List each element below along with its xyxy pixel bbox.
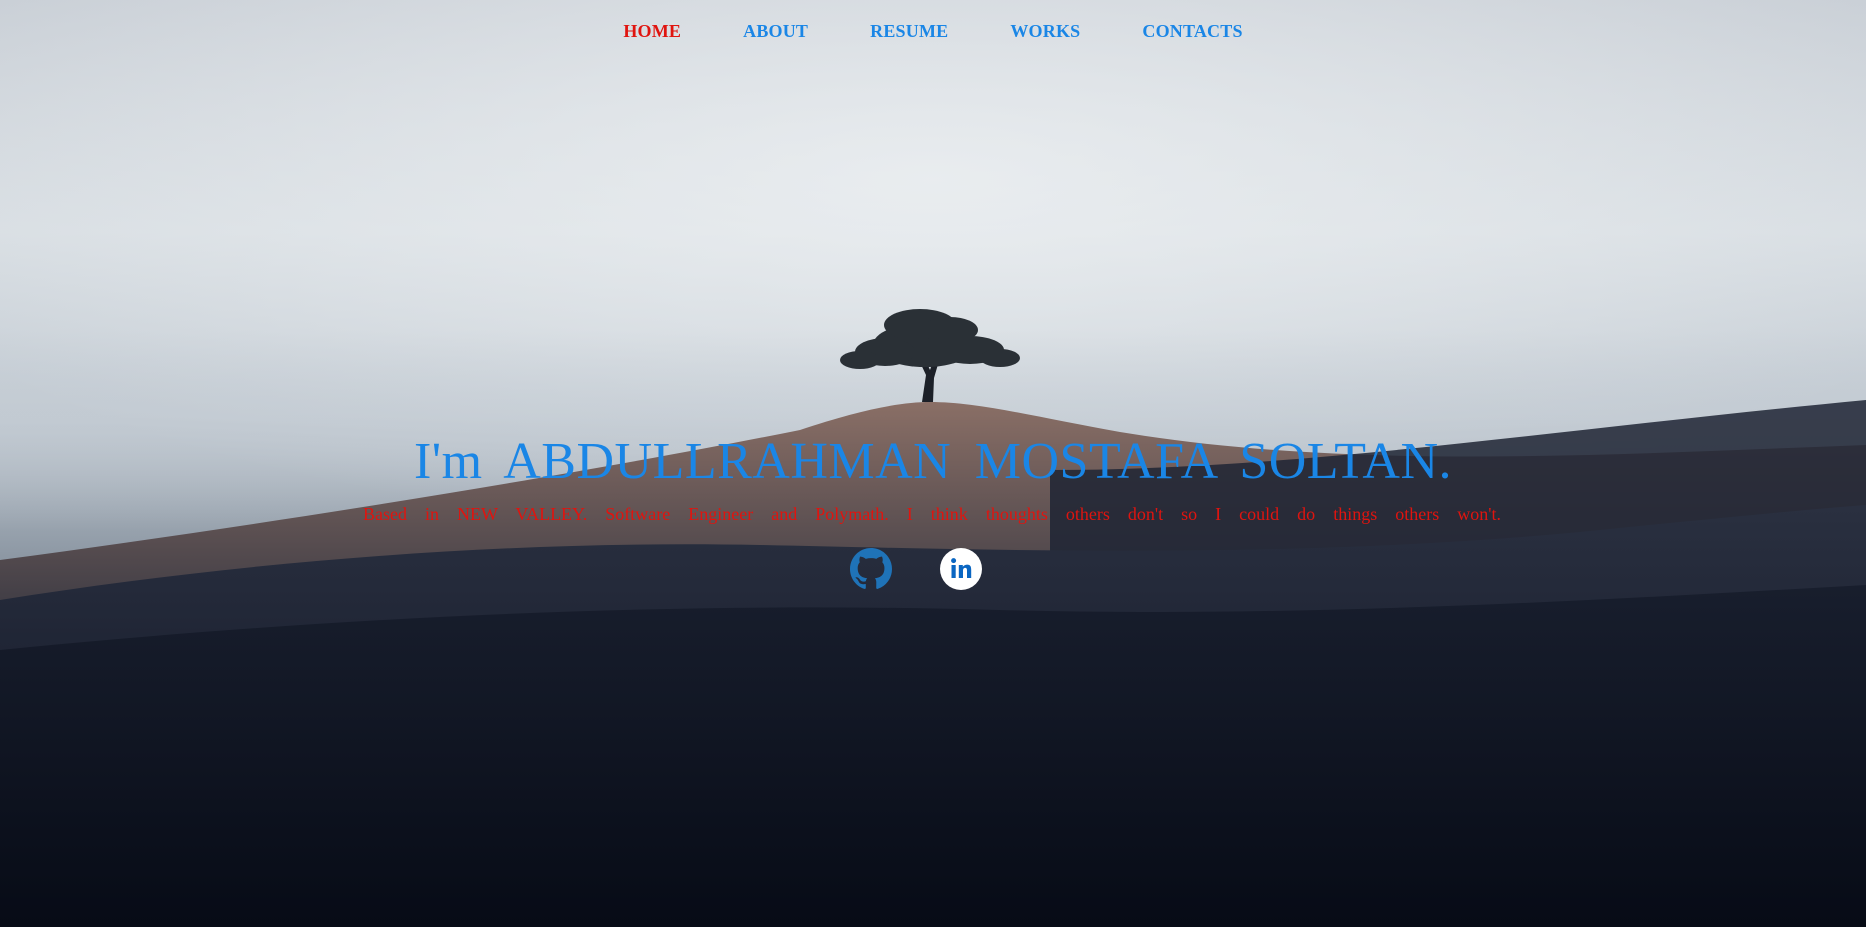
github-link[interactable]	[850, 548, 892, 590]
nav-home[interactable]: HOME	[623, 21, 681, 42]
linkedin-icon	[940, 548, 982, 590]
nav-contacts[interactable]: CONTACTS	[1142, 21, 1242, 42]
top-nav: HOME ABOUT RESUME WORKS CONTACTS	[0, 21, 1866, 42]
github-icon	[850, 548, 892, 589]
hero-tagline: Based in NEW VALLEY. Software Engineer a…	[363, 504, 1501, 524]
nav-about[interactable]: ABOUT	[743, 21, 808, 42]
hero-headline: I'm ABDULLRAHMAN MOSTAFA SOLTAN.	[413, 433, 1453, 490]
nav-works[interactable]: WORKS	[1010, 21, 1080, 42]
hero-section: HOME ABOUT RESUME WORKS CONTACTS I'm ABD…	[0, 0, 1866, 927]
social-links	[850, 548, 982, 590]
nav-resume[interactable]: RESUME	[870, 21, 948, 42]
linkedin-link[interactable]	[940, 548, 982, 590]
